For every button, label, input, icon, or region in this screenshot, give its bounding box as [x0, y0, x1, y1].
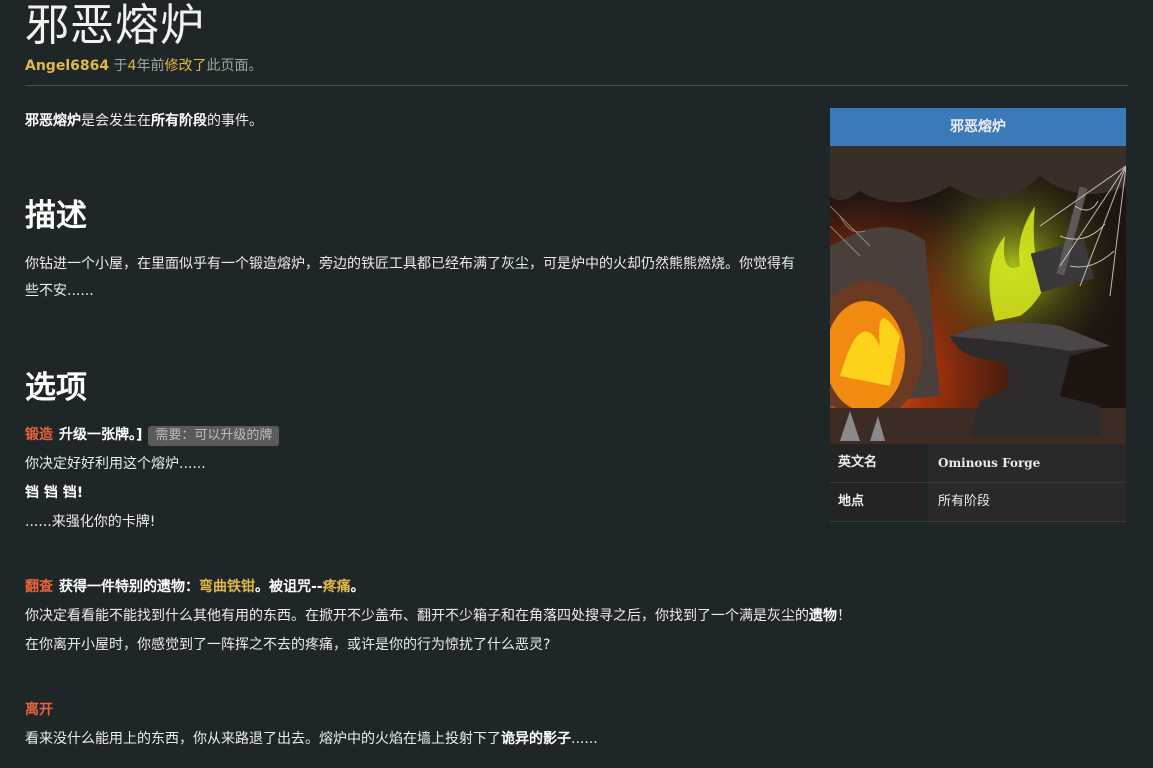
intro-stage: 所有阶段 [151, 113, 207, 129]
option-forge-desc: 升级一张牌。] [59, 427, 143, 443]
forge-line-1: 你决定好好利用这个熔炉...... [25, 456, 206, 472]
author-link[interactable]: Angel6864 [25, 58, 109, 74]
description-heading: 描述 [25, 198, 87, 234]
infobox-key: 英文名 [830, 444, 924, 482]
requirement-badge: 需要：可以升级的牌 [148, 426, 280, 446]
title-divider [25, 85, 1128, 86]
option-leave: 离开 [25, 700, 59, 720]
relic-link[interactable]: 弯曲铁钳 [199, 579, 255, 595]
infobox-key: 地点 [830, 483, 924, 521]
page-title: 邪恶熔炉 [25, 0, 205, 51]
description-text: 你钻进一个小屋，在里面似乎有一个锻造熔炉，旁边的铁匠工具都已经布满了灰尘，可是炉… [25, 256, 795, 299]
event-illustration [830, 146, 1126, 444]
forge-illustration-image [830, 146, 1126, 444]
forge-line-3: ......来强化你的卡牌! [25, 514, 156, 530]
option-forge: 锻造 升级一张牌。] 需要：可以升级的牌 [25, 425, 280, 446]
meta-years-suffix: 年前 [136, 58, 165, 74]
infobox-row-location: 地点 所有阶段 [830, 483, 1126, 522]
forge-line-2: 铛 铛 铛! [25, 485, 84, 501]
infobox: 邪恶熔炉 英文名 Ominous Forge 地点 所有阶段 [830, 108, 1126, 522]
intro-paragraph: 邪恶熔炉是会发生在所有阶段的事件。 [25, 113, 263, 129]
rummage-line-1: 你决定看看能不能找到什么其他有用的东西。在掀开不少盖布、翻开不少箱子和在角落四处… [25, 608, 851, 624]
meta-prefix: 于 [109, 58, 128, 74]
history-link[interactable]: 修改了 [164, 58, 206, 74]
meta-suffix: 此页面。 [206, 58, 263, 74]
infobox-title: 邪恶熔炉 [830, 108, 1126, 146]
intro-event-name: 邪恶熔炉 [25, 113, 81, 129]
page-meta: Angel6864 于4年前修改了此页面。 [25, 55, 262, 75]
infobox-value: Ominous Forge [924, 444, 1126, 482]
leave-line-1: 看来没什么能用上的东西，你从来路退了出去。熔炉中的火焰在墙上投射下了诡异的影子.… [25, 731, 598, 747]
curse-link[interactable]: 疼痛 [323, 579, 351, 595]
options-heading: 选项 [25, 370, 87, 406]
infobox-row-english-name: 英文名 Ominous Forge [830, 444, 1126, 483]
option-leave-name: 离开 [25, 702, 53, 718]
option-forge-name: 锻造 [25, 427, 53, 443]
option-rummage: 翻查 获得一件特别的遗物：弯曲铁钳。被诅咒--疼痛。 [25, 579, 365, 595]
rummage-line-2: 在你离开小屋时，你感觉到了一阵挥之不去的疼痛，或许是你的行为惊扰了什么恶灵? [25, 637, 551, 653]
option-rummage-name: 翻查 [25, 579, 53, 595]
infobox-value: 所有阶段 [924, 483, 1126, 521]
